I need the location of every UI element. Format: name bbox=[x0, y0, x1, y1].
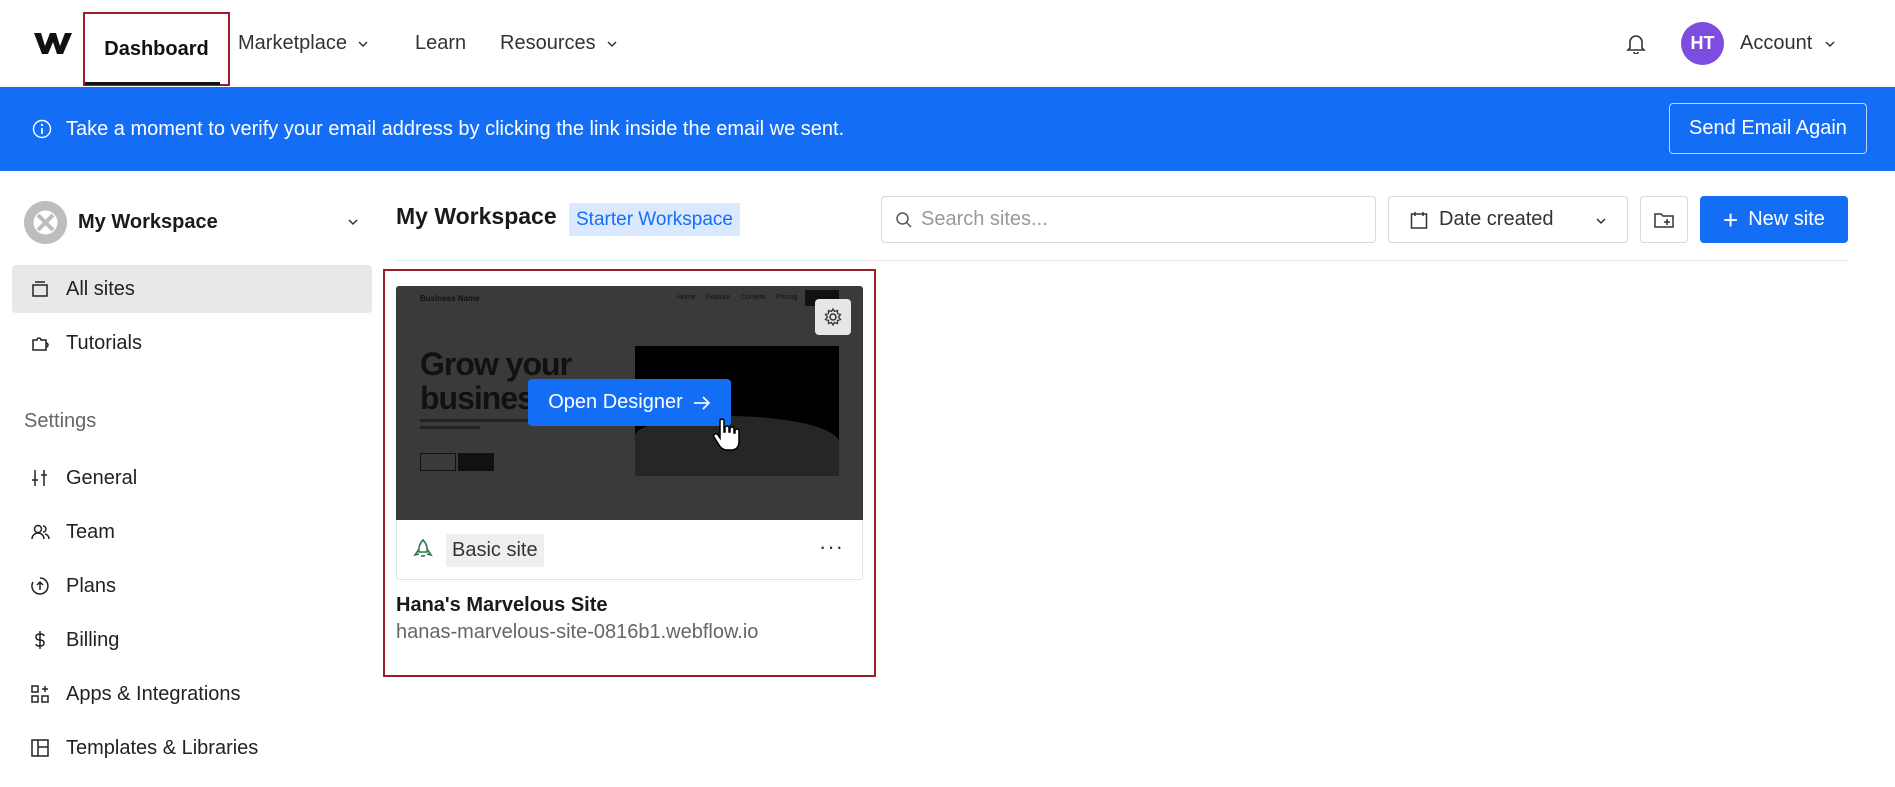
thumbnail-nav-item: Feature bbox=[706, 294, 731, 301]
nav-marketplace-label: Marketplace bbox=[238, 32, 347, 54]
chevron-down-icon bbox=[348, 219, 358, 226]
header-divider bbox=[396, 260, 1848, 261]
search-sites[interactable] bbox=[881, 196, 1376, 243]
webflow-logo[interactable] bbox=[32, 30, 72, 56]
new-folder-button[interactable] bbox=[1640, 196, 1688, 243]
chevron-down-icon bbox=[1825, 40, 1835, 47]
dollar-icon bbox=[35, 631, 45, 649]
workspace-logo bbox=[24, 200, 67, 244]
sidebar-item-plans[interactable]: Plans bbox=[12, 562, 372, 610]
sidebar-item-label: Apps & Integrations bbox=[66, 682, 241, 705]
open-designer-label: Open Designer bbox=[548, 391, 683, 413]
sort-dropdown[interactable]: Date created bbox=[1388, 196, 1628, 243]
thumbnail-button-filled bbox=[458, 453, 494, 471]
bell-icon[interactable] bbox=[1625, 32, 1647, 54]
search-input[interactable] bbox=[921, 208, 1361, 231]
thumbnail-button-outline bbox=[420, 453, 456, 471]
info-icon bbox=[32, 119, 52, 139]
workspace-avatar-icon bbox=[24, 200, 67, 244]
chevron-down-icon bbox=[1596, 218, 1606, 225]
nav-dashboard[interactable]: Dashboard bbox=[83, 12, 230, 86]
thumbnail-brand: Business Name bbox=[420, 294, 480, 303]
banner-message: Take a moment to verify your email addre… bbox=[66, 117, 845, 140]
workspace-name: My Workspace bbox=[78, 210, 218, 233]
thumbnail-nav-item: Home bbox=[677, 294, 696, 301]
nav-marketplace[interactable]: Marketplace bbox=[238, 0, 369, 87]
avatar-initials: HT bbox=[1690, 33, 1715, 53]
verify-email-banner: Take a moment to verify your email addre… bbox=[0, 87, 1895, 171]
apps-icon bbox=[31, 685, 49, 703]
nav-dashboard-label: Dashboard bbox=[104, 37, 209, 60]
site-name[interactable]: Hana's Marvelous Site bbox=[396, 594, 608, 617]
site-plan-badge: Basic site bbox=[446, 534, 544, 567]
rocket-icon bbox=[413, 538, 433, 557]
settings-heading: Settings bbox=[24, 410, 97, 432]
plus-icon: + bbox=[1723, 204, 1739, 235]
thumbnail-nav-item: Pricing bbox=[776, 294, 798, 301]
nav-active-indicator bbox=[85, 82, 220, 85]
account-label: Account bbox=[1740, 32, 1813, 54]
plans-icon bbox=[31, 577, 49, 595]
chevron-down-icon bbox=[358, 40, 368, 47]
templates-icon bbox=[31, 739, 49, 757]
puzzle-icon bbox=[32, 337, 49, 351]
nav-resources[interactable]: Resources bbox=[500, 0, 618, 87]
workspace-switcher[interactable]: My Workspace bbox=[24, 200, 359, 244]
chevron-down-icon bbox=[607, 40, 617, 47]
more-options-icon[interactable]: ··· bbox=[819, 536, 844, 558]
sidebar-item-label: Plans bbox=[66, 574, 117, 597]
sidebar-item-billing[interactable]: Billing bbox=[12, 616, 372, 664]
sidebar-item-tutorials[interactable]: Tutorials bbox=[12, 319, 372, 367]
arrow-right-icon bbox=[693, 395, 710, 410]
site-settings-button[interactable] bbox=[815, 299, 851, 335]
search-icon bbox=[896, 211, 912, 228]
avatar[interactable]: HT bbox=[1681, 22, 1724, 65]
nav-learn[interactable]: Learn bbox=[415, 0, 466, 87]
nav-resources-label: Resources bbox=[500, 32, 596, 54]
folder-plus-icon bbox=[1654, 212, 1674, 228]
site-url[interactable]: hanas-marvelous-site-0816b1.webflow.io bbox=[396, 621, 758, 644]
account-menu[interactable]: Account bbox=[1740, 0, 1836, 87]
sidebar-item-label: All sites bbox=[66, 277, 135, 300]
send-email-again-button[interactable]: Send Email Again bbox=[1669, 103, 1867, 154]
sidebar-item-general[interactable]: General bbox=[12, 454, 372, 502]
top-navigation: Dashboard Marketplace Learn Resources HT… bbox=[0, 0, 1895, 87]
sliders-icon bbox=[32, 470, 47, 486]
team-icon bbox=[31, 524, 50, 540]
open-designer-button[interactable]: Open Designer bbox=[528, 379, 731, 426]
hand-cursor-icon bbox=[712, 418, 740, 451]
new-site-button[interactable]: + New site bbox=[1700, 196, 1848, 243]
sidebar-item-label: Team bbox=[66, 520, 115, 543]
nav-learn-label: Learn bbox=[415, 32, 467, 54]
sidebar-item-label: General bbox=[66, 466, 138, 489]
thumbnail-nav-item: Content bbox=[741, 294, 766, 301]
thumbnail-hero-line: Grow your bbox=[420, 346, 572, 382]
site-card-footer: Basic site ··· bbox=[396, 520, 863, 580]
sidebar-item-apps-integrations[interactable]: Apps & Integrations bbox=[12, 670, 372, 718]
workspace-plan-badge[interactable]: Starter Workspace bbox=[569, 203, 740, 236]
page-title: My Workspace bbox=[396, 203, 557, 229]
sidebar-item-templates-libraries[interactable]: Templates & Libraries bbox=[12, 724, 372, 772]
sidebar-item-all-sites[interactable]: All sites bbox=[12, 265, 372, 313]
sidebar-item-label: Billing bbox=[66, 628, 120, 651]
sidebar-item-label: Templates & Libraries bbox=[66, 736, 259, 759]
sidebar-item-team[interactable]: Team bbox=[12, 508, 372, 556]
sites-icon bbox=[32, 281, 48, 297]
new-site-label: New site bbox=[1748, 208, 1825, 230]
gear-icon bbox=[824, 307, 842, 327]
sidebar-item-label: Tutorials bbox=[66, 331, 142, 354]
calendar-icon bbox=[1410, 211, 1428, 229]
sort-label: Date created bbox=[1439, 208, 1554, 230]
